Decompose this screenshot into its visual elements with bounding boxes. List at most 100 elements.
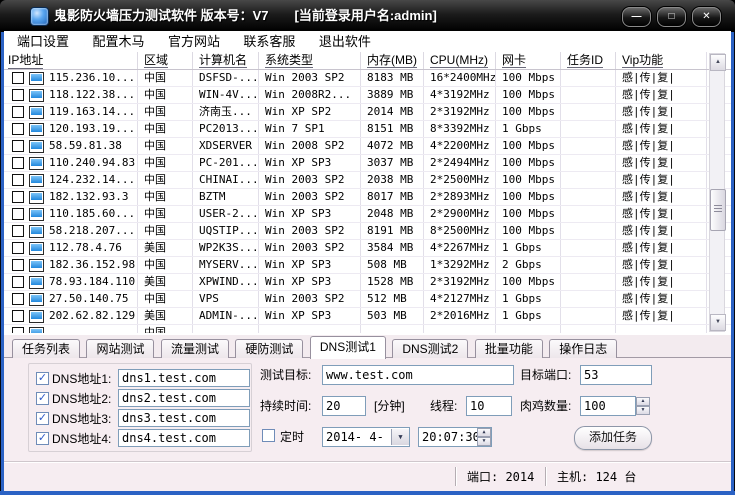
menu-item-port-settings[interactable]: 端口设置 — [11, 31, 75, 52]
row-memory: 8017 MB — [361, 189, 424, 205]
tab-hardfirewall-test[interactable]: 硬防测试 — [235, 339, 303, 359]
dns2-label: DNS地址2: — [52, 390, 111, 407]
table-row[interactable]: 112.78.4.76 美国 WP2K3S... Win 2003 SP2 35… — [4, 240, 731, 257]
menu-item-contact-support[interactable]: 联系客服 — [237, 31, 301, 52]
table-row[interactable]: 中国 — [4, 325, 731, 333]
menu-item-configure-trojan[interactable]: 配置木马 — [86, 31, 150, 52]
bots-stepper-down[interactable]: ▼ — [636, 406, 650, 415]
column-header-os[interactable]: 系统类型 — [259, 52, 361, 69]
menu-item-exit[interactable]: 退出软件 — [313, 31, 377, 52]
table-row[interactable]: 182.132.93.3 中国 BZTM Win 2003 SP2 8017 M… — [4, 189, 731, 206]
column-header-task-id[interactable]: 任务ID — [561, 52, 616, 69]
duration-input[interactable] — [322, 396, 366, 416]
table-row[interactable]: 58.59.81.38 中国 XDSERVER Win 2008 SP2 407… — [4, 138, 731, 155]
computer-icon — [29, 310, 44, 323]
window-bottom-border — [0, 491, 735, 495]
tab-batch-functions[interactable]: 批量功能 — [475, 339, 543, 359]
dns4-input[interactable] — [118, 429, 250, 447]
dns4-checkbox[interactable]: ✓ — [36, 432, 49, 445]
maximize-button[interactable]: □ — [657, 7, 686, 27]
target-port-label: 目标端口: — [520, 365, 571, 385]
row-nic: 100 Mbps — [496, 223, 561, 239]
date-picker[interactable]: 2014- 4- 2 ▼ — [322, 427, 410, 447]
computer-icon — [29, 89, 44, 102]
tab-strip: 任务列表 网站测试 流量测试 硬防测试 DNS测试1 DNS测试2 批量功能 操… — [4, 335, 731, 358]
row-checkbox[interactable] — [12, 327, 24, 333]
time-stepper-up[interactable]: ▲ — [477, 428, 491, 437]
table-row[interactable]: 202.62.82.129 美国 ADMIN-... Win XP SP3 50… — [4, 308, 731, 325]
host-table: IP地址 区域 计算机名 系统类型 内存(MB) CPU(MHz) 网卡 任务I… — [4, 52, 731, 335]
column-header-region[interactable]: 区域 — [138, 52, 193, 69]
dns2-checkbox[interactable]: ✓ — [36, 392, 49, 405]
table-row[interactable]: 124.232.14... 中国 CHINAI... Win 2003 SP2 … — [4, 172, 731, 189]
minimize-button[interactable]: — — [622, 7, 651, 27]
row-os-type: Win XP SP3 — [259, 155, 361, 171]
row-nic: 100 Mbps — [496, 104, 561, 120]
column-header-vip[interactable]: Vip功能 — [616, 52, 707, 69]
time-picker[interactable]: 20:07:30 ▲ ▼ — [418, 427, 492, 447]
tab-dns-test-1[interactable]: DNS测试1 — [310, 336, 386, 359]
row-checkbox[interactable] — [12, 242, 24, 254]
row-os-type: Win 2003 SP2 — [259, 189, 361, 205]
row-checkbox[interactable] — [12, 259, 24, 271]
scroll-up-button[interactable]: ▲ — [710, 54, 726, 71]
close-button[interactable]: ✕ — [692, 7, 721, 27]
vertical-scrollbar[interactable]: ▲ ▼ — [709, 53, 725, 332]
row-checkbox[interactable] — [12, 72, 24, 84]
row-checkbox[interactable] — [12, 140, 24, 152]
date-dropdown-icon[interactable]: ▼ — [391, 429, 409, 445]
tab-website-test[interactable]: 网站测试 — [86, 339, 154, 359]
scroll-down-button[interactable]: ▼ — [710, 314, 726, 331]
menu-item-official-site[interactable]: 官方网站 — [162, 31, 226, 52]
row-checkbox[interactable] — [12, 123, 24, 135]
row-checkbox[interactable] — [12, 276, 24, 288]
dns1-input[interactable] — [118, 369, 250, 387]
dns2-input[interactable] — [118, 389, 250, 407]
threads-input[interactable] — [466, 396, 512, 416]
column-header-computer[interactable]: 计算机名 — [193, 52, 259, 69]
bots-stepper-up[interactable]: ▲ — [636, 397, 650, 406]
dns3-checkbox[interactable]: ✓ — [36, 412, 49, 425]
table-row[interactable]: 78.93.184.110 美国 XPWIND... Win XP SP3 15… — [4, 274, 731, 291]
row-checkbox[interactable] — [12, 157, 24, 169]
row-checkbox[interactable] — [12, 225, 24, 237]
row-nic: 100 Mbps — [496, 155, 561, 171]
row-vip-features: 感|传|复| — [616, 206, 707, 222]
row-checkbox[interactable] — [12, 208, 24, 220]
dns3-input[interactable] — [118, 409, 250, 427]
bots-input[interactable] — [580, 396, 636, 416]
column-header-nic[interactable]: 网卡 — [496, 52, 561, 69]
row-checkbox[interactable] — [12, 89, 24, 101]
row-checkbox[interactable] — [12, 106, 24, 118]
timer-checkbox[interactable] — [262, 429, 275, 442]
column-header-memory[interactable]: 内存(MB) — [361, 52, 424, 69]
tab-operation-log[interactable]: 操作日志 — [549, 339, 617, 359]
row-checkbox[interactable] — [12, 174, 24, 186]
column-header-cpu[interactable]: CPU(MHz) — [424, 52, 496, 69]
table-row[interactable]: 27.50.140.75 中国 VPS Win 2003 SP2 512 MB … — [4, 291, 731, 308]
tab-traffic-test[interactable]: 流量测试 — [161, 339, 229, 359]
row-checkbox[interactable] — [12, 310, 24, 322]
time-stepper-down[interactable]: ▼ — [477, 437, 491, 446]
table-row[interactable]: 120.193.19... 中国 PC2013... Win 7 SP1 815… — [4, 121, 731, 138]
row-ip: 58.218.207... — [49, 223, 135, 239]
computer-icon — [29, 259, 44, 272]
row-checkbox[interactable] — [12, 191, 24, 203]
tab-dns-test-2[interactable]: DNS测试2 — [392, 339, 468, 359]
table-row[interactable]: 115.236.10... 中国 DSFSD-... Win 2003 SP2 … — [4, 70, 731, 87]
target-port-input[interactable] — [580, 365, 652, 385]
table-row[interactable]: 110.240.94.83 中国 PC-201... Win XP SP3 30… — [4, 155, 731, 172]
target-input[interactable] — [322, 365, 514, 385]
table-row[interactable]: 119.163.14... 中国 济南玉... Win XP SP2 2014 … — [4, 104, 731, 121]
table-row[interactable]: 110.185.60... 中国 USER-2... Win XP SP3 20… — [4, 206, 731, 223]
scrollbar-thumb[interactable] — [710, 189, 726, 231]
add-task-button[interactable]: 添加任务 — [574, 426, 652, 450]
dns1-checkbox[interactable]: ✓ — [36, 372, 49, 385]
table-row[interactable]: 118.122.38... 中国 WIN-4V... Win 2008R2...… — [4, 87, 731, 104]
table-row[interactable]: 58.218.207... 中国 UQSTIP... Win 2003 SP2 … — [4, 223, 731, 240]
tab-task-list[interactable]: 任务列表 — [12, 339, 80, 359]
row-cpu: 2*3192MHz — [424, 104, 496, 120]
table-row[interactable]: 182.36.152.98 中国 MYSERV... Win XP SP3 50… — [4, 257, 731, 274]
column-header-ip[interactable]: IP地址 — [4, 52, 138, 69]
row-checkbox[interactable] — [12, 293, 24, 305]
